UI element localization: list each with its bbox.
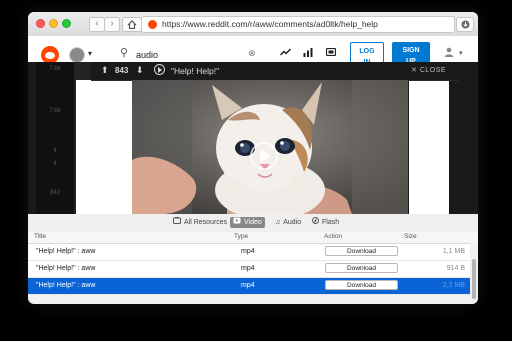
row-size: 914 B bbox=[446, 265, 465, 272]
browser-window: ‹ › https://www.reddit.com/r/aww/comment… bbox=[28, 12, 478, 304]
search-icon: ⚲ bbox=[120, 47, 129, 59]
close-window-button[interactable] bbox=[36, 19, 45, 28]
music-note-icon: ♫ bbox=[275, 219, 281, 226]
row-size: 2,2 MB bbox=[442, 282, 465, 289]
feed-vote-count: 7.6k bbox=[49, 108, 61, 114]
log-in-label-line1: LOG bbox=[359, 48, 375, 55]
caret-down-icon[interactable]: ▾ bbox=[88, 49, 92, 58]
subreddit-avatar[interactable] bbox=[69, 47, 85, 63]
column-header-title[interactable]: Title bbox=[34, 233, 46, 240]
minimize-window-button[interactable] bbox=[49, 19, 58, 28]
row-size: 1,1 MB bbox=[442, 248, 465, 255]
address-url: https://www.reddit.com/r/aww/comments/ad… bbox=[162, 19, 378, 29]
row-title: "Help! Help!" : aww bbox=[36, 265, 96, 272]
download-icon bbox=[461, 20, 469, 29]
download-button[interactable]: Download bbox=[325, 246, 398, 256]
scrollbar-thumb[interactable] bbox=[472, 259, 476, 299]
filter-label: Video bbox=[244, 219, 262, 226]
home-button[interactable] bbox=[122, 17, 142, 32]
post-title[interactable]: "Help! Help!" bbox=[171, 66, 219, 76]
filter-label: All Resources bbox=[184, 219, 228, 226]
filter-all-resources[interactable]: All Resources bbox=[170, 217, 230, 228]
home-icon bbox=[127, 20, 137, 30]
upvote-icon[interactable]: ⬆ bbox=[101, 65, 109, 76]
post-content-area: 7.6k 7.6k 4 4 843 ⬆ 843 ⬇ "Help! Help!" … bbox=[28, 62, 478, 214]
zoom-window-button[interactable] bbox=[62, 19, 71, 28]
table-row-selected[interactable]: "Help! Help!" : aww mp4 Download 2,2 MB bbox=[28, 278, 470, 295]
close-post-button[interactable]: ✕ CLOSE bbox=[411, 66, 446, 74]
feed-vote-count: 7.6k bbox=[49, 66, 61, 72]
video-icon bbox=[233, 217, 241, 228]
post-background-right bbox=[409, 80, 449, 214]
back-button[interactable]: ‹ bbox=[89, 17, 105, 32]
column-header-type[interactable]: Type bbox=[234, 233, 248, 240]
row-title: "Help! Help!" : aww bbox=[36, 248, 96, 255]
post-background-left bbox=[76, 80, 132, 214]
filter-label: Audio bbox=[283, 219, 302, 226]
play-circle-icon bbox=[154, 64, 165, 75]
downvote-icon[interactable]: ⬇ bbox=[136, 65, 144, 76]
feed-sidebar: 7.6k 7.6k 4 4 843 bbox=[36, 62, 74, 214]
popular-icon[interactable] bbox=[303, 48, 313, 60]
user-menu-caret-icon[interactable]: ▾ bbox=[459, 49, 463, 57]
filter-label: Flash bbox=[322, 219, 340, 226]
video-player[interactable] bbox=[132, 80, 408, 214]
forward-button[interactable]: › bbox=[104, 17, 120, 32]
chevron-left-icon: ‹ bbox=[95, 18, 99, 29]
address-bar[interactable]: https://www.reddit.com/r/aww/comments/ad… bbox=[141, 16, 455, 33]
table-row[interactable]: "Help! Help!" : aww mp4 Download 1,1 MB bbox=[28, 244, 470, 261]
table-scrollbar[interactable] bbox=[470, 243, 478, 304]
column-header-size[interactable]: Size bbox=[404, 233, 417, 240]
reddit-favicon-icon bbox=[148, 20, 157, 29]
flash-icon bbox=[312, 217, 319, 228]
row-title: "Help! Help!" : aww bbox=[36, 282, 96, 289]
download-button[interactable]: Download bbox=[325, 280, 398, 290]
filter-video[interactable]: Video bbox=[230, 217, 265, 228]
row-type: mp4 bbox=[241, 248, 255, 255]
column-header-action[interactable]: Action bbox=[324, 233, 342, 240]
resource-filter-bar: All Resources Video ♫ Audio Flash bbox=[28, 214, 478, 233]
row-type: mp4 bbox=[241, 282, 255, 289]
resources-table-header: Title Type Action Size bbox=[28, 232, 478, 244]
kitten-video-frame bbox=[132, 80, 408, 214]
search-input[interactable] bbox=[136, 48, 251, 62]
row-type: mp4 bbox=[241, 265, 255, 272]
trending-icon[interactable] bbox=[279, 48, 292, 59]
post-score: 843 bbox=[115, 66, 129, 75]
mod-icon[interactable] bbox=[325, 47, 337, 59]
close-icon: ✕ bbox=[411, 67, 420, 74]
sign-up-label-line1: SIGN bbox=[402, 47, 420, 54]
browser-toolbar: ‹ › https://www.reddit.com/r/aww/comment… bbox=[28, 12, 478, 37]
chevron-right-icon: › bbox=[110, 18, 114, 29]
feed-vote-count: 4 bbox=[53, 148, 57, 154]
feed-vote-count: 4 bbox=[53, 161, 57, 167]
table-row[interactable]: "Help! Help!" : aww mp4 Download 914 B bbox=[28, 261, 470, 278]
feed-vote-count: 843 bbox=[49, 190, 60, 196]
filter-audio[interactable]: ♫ Audio bbox=[272, 217, 304, 228]
all-resources-icon bbox=[173, 217, 181, 228]
download-button[interactable]: Download bbox=[325, 263, 398, 273]
filter-flash[interactable]: Flash bbox=[309, 217, 342, 228]
post-header-bar: ⬆ 843 ⬇ "Help! Help!" ✕ CLOSE bbox=[91, 62, 459, 81]
user-icon[interactable] bbox=[444, 47, 454, 60]
clear-search-icon[interactable]: ⊗ bbox=[248, 48, 256, 59]
close-post-label: CLOSE bbox=[419, 67, 447, 74]
downloads-button[interactable] bbox=[456, 17, 474, 32]
